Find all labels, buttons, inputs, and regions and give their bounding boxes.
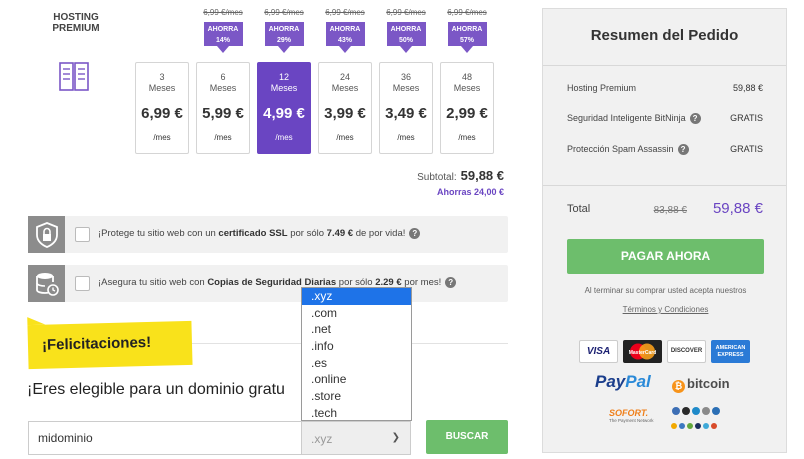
tld-option[interactable]: .online	[302, 371, 411, 388]
discount-header-6: 6,99 €/mes AHORRA 14%	[196, 8, 250, 53]
discount-header-24: 6,99 €/mes AHORRA 43%	[318, 8, 372, 53]
card-months: 12 Meses	[270, 72, 298, 93]
total-row: Total 83,88 € 59,88 €	[567, 200, 763, 217]
chevron-down-icon: ❯	[391, 432, 400, 443]
total-price: 59,88 €	[712, 200, 763, 217]
tld-option[interactable]: .net	[302, 321, 411, 338]
summary-divider	[543, 185, 786, 186]
card-per: /mes	[153, 133, 171, 142]
tld-option[interactable]: .store	[302, 388, 411, 405]
old-price: 6,99 €/mes	[447, 8, 487, 17]
period-card-24[interactable]: 24 Meses 3,99 € /mes	[318, 62, 372, 154]
save-badge: AHORRA 14%	[203, 22, 243, 53]
card-months: 3 Meses	[148, 72, 176, 93]
summary-line: Protección Spam Assassin? GRATIS	[567, 144, 763, 156]
crypto-icons	[671, 407, 720, 429]
visa-logo: VISA	[579, 340, 618, 363]
congrats-banner: ¡Felicitaciones!	[27, 320, 193, 370]
database-backup-icon	[28, 265, 65, 302]
period-card-12[interactable]: 12 Meses 4,99 € /mes	[257, 62, 311, 154]
discount-header-48: 6,99 €/mes AHORRA 57%	[440, 8, 494, 53]
mastercard-logo: MasterCard	[623, 340, 662, 363]
card-per: /mes	[458, 133, 476, 142]
sofort-logo: SOFORT. The Payment Network	[609, 408, 654, 423]
amex-logo: AMERICAN EXPRESS	[711, 340, 750, 363]
help-icon[interactable]: ?	[445, 277, 457, 288]
old-price: 6,99 €/mes	[325, 8, 365, 17]
ssl-checkbox[interactable]	[75, 227, 90, 242]
terms-note: Al terminar su comprar usted acepta nues…	[584, 286, 747, 295]
card-per: /mes	[275, 133, 293, 142]
card-months: 48 Meses	[453, 72, 481, 93]
card-months: 24 Meses	[331, 72, 359, 93]
save-badge: AHORRA 43%	[325, 22, 365, 53]
discount-header-12: 6,99 €/mes AHORRA 29%	[257, 8, 311, 53]
tld-selected-value: .xyz	[311, 432, 333, 446]
card-per: /mes	[214, 133, 232, 142]
tld-option[interactable]: .com	[302, 305, 411, 322]
card-price: 4,99 €	[263, 105, 305, 122]
old-price: 6,99 €/mes	[386, 8, 426, 17]
period-card-3[interactable]: 3 Meses 6,99 € /mes	[135, 62, 189, 154]
pay-now-button[interactable]: PAGAR AHORA	[567, 239, 764, 274]
card-price: 2,99 €	[446, 105, 488, 122]
help-icon[interactable]: ?	[409, 228, 421, 239]
subtotal: Subtotal: 59,88 €	[417, 168, 504, 183]
plan-title: HOSTING PREMIUM	[50, 12, 102, 34]
free-domain-heading: ¡Eres elegible para un dominio gratu	[27, 381, 285, 398]
tld-option[interactable]: .info	[302, 338, 411, 355]
bitcoin-logo: ₿ bitcoin	[672, 376, 730, 393]
summary-line: Seguridad Inteligente BitNinja? GRATIS	[567, 113, 763, 125]
old-price: 6,99 €/mes	[264, 8, 304, 17]
discount-header-36: 6,99 €/mes AHORRA 50%	[379, 8, 433, 53]
summary-divider	[543, 65, 786, 66]
ssl-addon-row[interactable]: ¡Protege tu sitio web con un certificado…	[28, 216, 508, 253]
server-icon	[59, 62, 89, 91]
card-per: /mes	[336, 133, 354, 142]
summary-line: Hosting Premium 59,88 €	[567, 83, 763, 93]
search-domain-button[interactable]: BUSCAR	[426, 420, 508, 454]
period-card-36[interactable]: 36 Meses 3,49 € /mes	[379, 62, 433, 154]
discover-logo: DISCOVER	[667, 340, 706, 363]
help-icon[interactable]: ?	[677, 144, 689, 156]
card-price: 6,99 €	[141, 105, 183, 122]
tld-option[interactable]: .tech	[302, 405, 411, 422]
svg-text:MasterCard: MasterCard	[629, 350, 657, 356]
lock-shield-icon	[28, 216, 65, 253]
tld-dropdown[interactable]: .xyz .com .net .info .es .online .store …	[301, 287, 412, 421]
summary-title: Resumen del Pedido	[590, 27, 739, 44]
paypal-logo: PayPal	[595, 372, 651, 391]
backup-addon-row[interactable]: ¡Asegura tu sitio web con Copias de Segu…	[28, 265, 508, 302]
tld-option[interactable]: .xyz	[302, 288, 411, 305]
terms-link[interactable]: Términos y Condiciones	[553, 305, 778, 314]
card-months: 6 Meses	[209, 72, 237, 93]
save-badge: AHORRA 57%	[447, 22, 487, 53]
plan-title-line1: HOSTING	[53, 12, 99, 23]
card-months: 36 Meses	[392, 72, 420, 93]
plan-title-line2: PREMIUM	[52, 23, 100, 34]
domain-input[interactable]	[28, 421, 302, 455]
order-summary: Resumen del Pedido Hosting Premium 59,88…	[542, 8, 787, 453]
tld-select[interactable]: .xyz ❯	[301, 421, 411, 455]
save-badge: AHORRA 29%	[264, 22, 304, 53]
subtotal-value: 59,88 €	[460, 168, 504, 183]
tld-option[interactable]: .es	[302, 355, 411, 372]
card-price: 3,99 €	[324, 105, 366, 122]
card-price: 3,49 €	[385, 105, 427, 122]
ssl-addon-text: ¡Protege tu sitio web con un certificado…	[98, 228, 421, 239]
help-icon[interactable]: ?	[689, 113, 701, 125]
old-price: 6,99 €/mes	[203, 8, 243, 17]
period-card-48[interactable]: 48 Meses 2,99 € /mes	[440, 62, 494, 154]
card-price: 5,99 €	[202, 105, 244, 122]
backup-checkbox[interactable]	[75, 276, 90, 291]
period-card-6[interactable]: 6 Meses 5,99 € /mes	[196, 62, 250, 154]
card-per: /mes	[397, 133, 415, 142]
total-old-price: 83,88 €	[653, 205, 687, 216]
card-logos: VISA MasterCard DISCOVER AMERICAN EXPRES…	[579, 340, 754, 364]
save-badge: AHORRA 50%	[386, 22, 426, 53]
savings-text: Ahorras 24,00 €	[436, 187, 504, 197]
